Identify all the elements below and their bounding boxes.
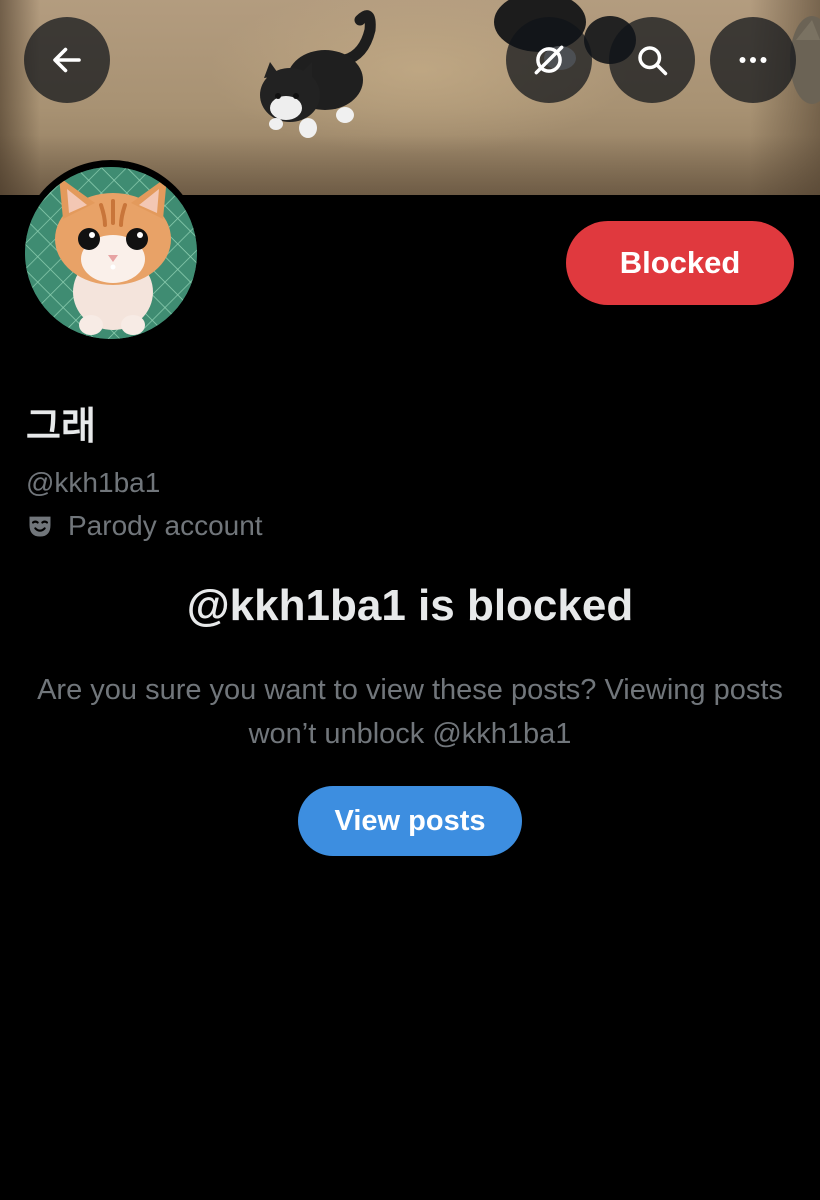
grok-button[interactable]: [506, 17, 592, 103]
profile-page: Blocked 그래 @kkh1ba1 Parody account @kkh1…: [0, 0, 820, 1200]
parody-mask-icon: [26, 511, 56, 541]
more-horizontal-icon: [739, 57, 767, 63]
slashed-circle-icon: [534, 45, 564, 75]
blocked-notice-title: @kkh1ba1 is blocked: [186, 581, 634, 630]
username-handle: @kkh1ba1: [26, 467, 161, 498]
more-button[interactable]: [710, 17, 796, 103]
parody-label-text: Parody account: [68, 510, 263, 541]
view-posts-button[interactable]: View posts: [298, 786, 522, 856]
avatar-kitten-illustration: [25, 167, 197, 339]
avatar[interactable]: [25, 167, 197, 339]
arrow-left-icon: [53, 47, 81, 73]
blocked-notice-description: Are you sure you want to view these post…: [37, 674, 783, 750]
display-name: 그래: [26, 404, 96, 448]
back-button[interactable]: [24, 17, 110, 103]
blocked-button[interactable]: Blocked: [566, 221, 794, 305]
search-icon: [638, 46, 668, 76]
search-button[interactable]: [609, 17, 695, 103]
parody-label: Parody account: [26, 508, 263, 544]
